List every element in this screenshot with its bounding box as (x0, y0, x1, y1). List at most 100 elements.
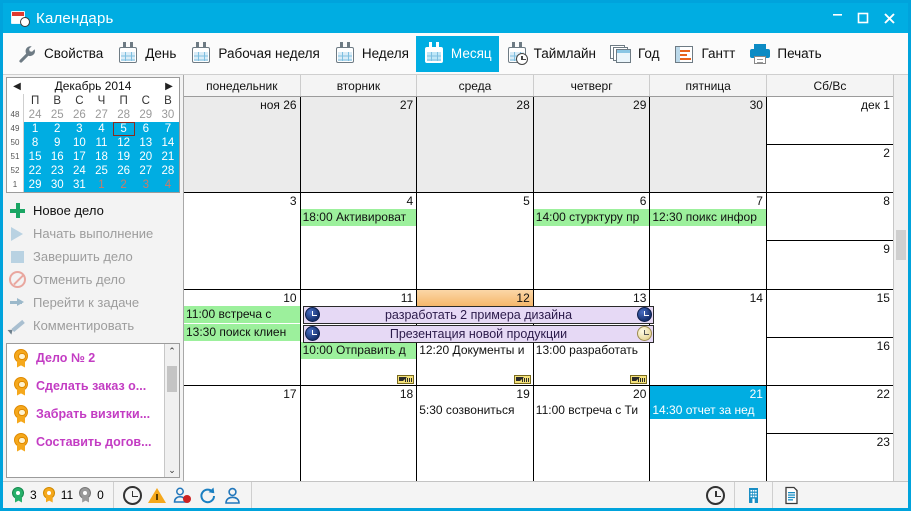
toolbar-item-workweek[interactable]: Рабочая неделя (183, 36, 326, 72)
mini-calendar-day[interactable]: 1 (90, 178, 113, 192)
toolbar-item-gantt[interactable]: Гантт (666, 36, 742, 72)
day-cell[interactable]: 15 (766, 290, 893, 338)
mini-calendar-day[interactable]: 21 (156, 150, 179, 164)
mini-calendar-day[interactable]: 15 (24, 150, 47, 164)
mini-calendar-day[interactable]: 3 (134, 178, 157, 192)
refresh-icon[interactable] (198, 486, 217, 505)
mini-calendar-day[interactable]: 2 (112, 178, 135, 192)
day-cell[interactable]: дек 1 (766, 97, 893, 146)
mini-calendar-day[interactable]: 22 (24, 164, 47, 178)
event-item[interactable]: 11:00 встреча с (184, 305, 300, 323)
event-item[interactable]: 13:00 разработать (533, 341, 650, 359)
mini-calendar-day[interactable]: 10 (68, 136, 91, 150)
action-4[interactable]: Перейти к задаче (9, 291, 183, 314)
mini-calendar-day[interactable]: 8 (24, 136, 47, 150)
event-item[interactable]: 5:30 созвониться (417, 401, 533, 419)
mini-calendar-week-number[interactable]: 1 (7, 178, 24, 192)
day-cell[interactable]: 19 5:30 созвониться (417, 385, 534, 481)
mini-calendar-day[interactable]: 1 (24, 122, 47, 136)
mini-calendar-day[interactable]: 26 (68, 108, 90, 122)
event-item[interactable]: 18:00 Активироват (300, 209, 417, 227)
mini-calendar-day[interactable]: 6 (134, 122, 157, 136)
event-item[interactable]: 10:00 Отправить д (300, 341, 417, 359)
event-item[interactable]: 13:30 поиск клиен (184, 323, 300, 341)
mini-calendar-week-number[interactable]: 50 (7, 136, 24, 150)
mini-calendar-week-number[interactable]: 52 (7, 164, 24, 178)
task-item[interactable]: Дело № 2 (7, 344, 179, 372)
day-cell[interactable]: 10 11:00 встреча с 13:30 поиск клиен (184, 289, 301, 385)
mini-calendar-day[interactable]: 24 (24, 108, 46, 122)
event-item[interactable]: 11:00 встреча с Ти (533, 401, 650, 419)
mini-calendar-day[interactable]: 17 (68, 150, 91, 164)
mini-calendar-day[interactable]: 9 (46, 136, 69, 150)
task-list-scrollbar[interactable]: ⌃ ⌄ (164, 344, 179, 477)
mini-calendar-day[interactable]: 30 (157, 108, 179, 122)
event-item[interactable]: 12:20 Документы и (417, 341, 533, 359)
day-cell[interactable]: 3 (184, 193, 301, 289)
day-cell[interactable]: 20 11:00 встреча с Ти (533, 385, 651, 481)
mini-calendar-day[interactable]: 27 (134, 164, 157, 178)
status-panel-clock[interactable] (697, 481, 735, 508)
mini-calendar-day[interactable]: 25 (46, 108, 68, 122)
mini-calendar-day[interactable]: 5 (112, 122, 135, 136)
mini-calendar-day[interactable]: 23 (46, 164, 69, 178)
document-icon[interactable] (782, 486, 801, 505)
mini-calendar-day[interactable]: 29 (135, 108, 157, 122)
day-cell[interactable]: 18 (301, 385, 418, 481)
warning-icon[interactable] (147, 486, 167, 505)
day-cell[interactable]: ноя 26 (184, 97, 301, 193)
day-cell[interactable]: 14 (650, 289, 767, 385)
toolbar-item-timeline[interactable]: Таймлайн (499, 36, 603, 72)
action-2[interactable]: Завершить дело (9, 245, 183, 268)
scroll-up-icon[interactable]: ⌃ (165, 344, 179, 358)
day-cell[interactable]: 2 (767, 145, 893, 192)
mini-calendar-day[interactable]: 4 (156, 178, 179, 192)
day-cell[interactable]: 29 (533, 97, 651, 193)
mini-calendar-day[interactable]: 29 (24, 178, 47, 192)
close-button[interactable] (876, 3, 902, 33)
clock-icon[interactable] (706, 485, 725, 505)
mini-calendar-week-number[interactable]: 51 (7, 150, 24, 164)
minimize-button[interactable] (824, 3, 850, 33)
day-cell[interactable]: 28 (417, 97, 534, 193)
mini-calendar-grid[interactable]: П В С Ч П С В 48 24 25 26 27 28 29 30 49 1 2 3 4 5 6 7 50 8 9 10 11… (7, 94, 179, 192)
event-item[interactable]: 14:30 отчет за нед (650, 401, 766, 419)
day-cell[interactable]: 9 (767, 241, 893, 288)
scroll-thumb[interactable] (167, 366, 177, 392)
task-item[interactable]: Забрать визитки... (7, 400, 179, 428)
mini-calendar-day[interactable]: 31 (68, 178, 91, 192)
mini-calendar-prev-icon[interactable]: ◀ (11, 81, 23, 92)
action-3[interactable]: Отменить дело (9, 268, 183, 291)
event-item[interactable]: 12:30 поикс инфор (650, 209, 766, 227)
mini-calendar-day[interactable]: 2 (46, 122, 69, 136)
toolbar-item-week[interactable]: Неделя (327, 36, 416, 72)
building-icon[interactable] (744, 486, 763, 505)
mini-calendar-day[interactable]: 16 (46, 150, 69, 164)
mini-calendar-day[interactable]: 28 (156, 164, 179, 178)
calendar-scroll-thumb[interactable] (896, 230, 906, 260)
multi-day-event[interactable]: Презентация новой продукции (303, 324, 654, 343)
day-cell[interactable]: 8 (766, 193, 893, 242)
day-cell[interactable]: 4 18:00 Активироват (300, 193, 418, 289)
day-cell[interactable]: 17 (184, 385, 301, 481)
mini-calendar-week-number[interactable]: 48 (7, 108, 24, 122)
mini-calendar-day[interactable]: 13 (134, 136, 157, 150)
day-cell[interactable]: 23 (767, 434, 893, 481)
event-item[interactable]: 14:00 стурктуру пр (533, 209, 650, 227)
day-cell[interactable]: 5 (417, 193, 534, 289)
day-cell[interactable]: 7 12:30 поикс инфор (650, 193, 767, 289)
status-panel-building[interactable] (735, 481, 773, 508)
clock-icon[interactable] (122, 485, 142, 505)
user-icon[interactable] (223, 486, 242, 505)
mini-calendar-next-icon[interactable]: ▶ (163, 81, 175, 92)
mini-calendar-day[interactable]: 7 (156, 122, 179, 136)
mini-calendar-day[interactable]: 27 (90, 108, 112, 122)
mini-calendar-day[interactable]: 25 (90, 164, 113, 178)
mini-calendar-week-number[interactable]: 49 (7, 122, 24, 136)
mini-calendar-day[interactable]: 24 (68, 164, 91, 178)
mini-calendar-day[interactable]: 12 (112, 136, 135, 150)
mini-calendar-day[interactable]: 20 (134, 150, 157, 164)
action-0[interactable]: Новое дело (9, 199, 183, 222)
day-cell[interactable]: 16 (767, 338, 893, 385)
status-panel-document[interactable] (773, 482, 908, 509)
